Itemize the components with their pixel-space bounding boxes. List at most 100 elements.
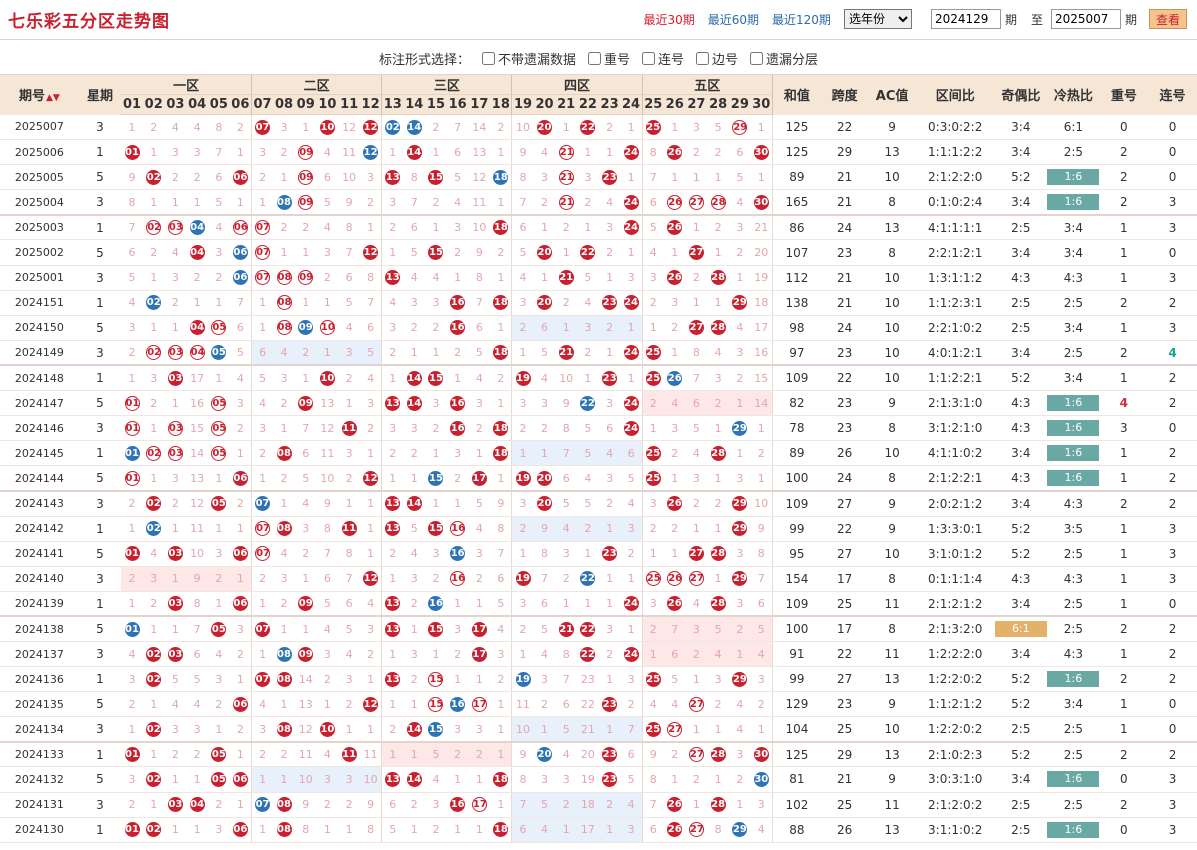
span-cell: 23 <box>820 239 869 266</box>
recent-30-link[interactable]: 最近30期 <box>643 11 694 28</box>
number-cell: 1 <box>229 792 252 818</box>
drawn-ball: 02 <box>146 822 162 838</box>
number-cell: 1 <box>685 666 708 693</box>
number-cell: 1 <box>555 315 578 341</box>
number-cell: 1 <box>577 591 599 618</box>
option-consecutive-checkbox[interactable] <box>642 51 655 65</box>
number-cell: 5 <box>707 616 729 642</box>
table-row: 2024151 1 4 02 2 1 1 7 1 08 1 1 5 7 4 3 3 16 7 18 3 20 2 4 23 24 2… <box>0 290 1197 316</box>
number-cell: 1 <box>446 591 469 618</box>
number-cell: 25 <box>641 340 664 367</box>
col-issue[interactable]: 期号▲▼ <box>0 74 79 115</box>
option-layering-checkbox[interactable] <box>750 51 764 65</box>
option-edge[interactable]: 边号 <box>696 49 738 68</box>
odd-even-cell: 3:4 <box>994 641 1048 668</box>
number-cell: 2 <box>142 114 165 141</box>
option-edge-checkbox[interactable] <box>696 51 710 65</box>
missing-count: 1 <box>389 471 397 485</box>
drawn-ball: 10 <box>319 320 335 336</box>
sort-icon[interactable]: ▲▼ <box>46 93 60 103</box>
ac-cell: 8 <box>868 566 916 592</box>
number-cell: 9 <box>490 490 512 517</box>
number-cell: 6 <box>338 591 360 618</box>
drawn-ball: 20 <box>536 470 552 486</box>
missing-count: 1 <box>323 697 331 711</box>
weekday-cell: 5 <box>78 164 122 191</box>
option-no-missing-checkbox[interactable] <box>481 51 495 65</box>
missing-count: 6 <box>454 145 462 159</box>
missing-count: 2 <box>432 823 440 837</box>
recent-60-link[interactable]: 最近60期 <box>708 11 759 28</box>
option-repeat[interactable]: 重号 <box>587 49 630 68</box>
number-cell: 3 <box>229 616 252 642</box>
number-cell: 4 <box>425 265 447 291</box>
number-cell: 2 <box>750 440 773 467</box>
number-header: 13 <box>381 94 404 115</box>
number-cell: 4 <box>685 591 708 618</box>
drawn-ball: 08 <box>276 270 292 286</box>
hot-cold-cell: 3:5 <box>1047 516 1100 542</box>
zone-ratio-cell: 2:1:2:2:1 <box>915 465 995 492</box>
drawn-ball: 17 <box>471 621 487 637</box>
missing-count: 1 <box>302 296 310 310</box>
query-button[interactable]: 查看 <box>1148 9 1187 29</box>
missing-count: 1 <box>692 296 700 310</box>
number-cell: 21 <box>750 214 773 241</box>
number-cell: 25 <box>641 365 664 392</box>
year-select[interactable]: 选年份 <box>843 9 912 29</box>
sum-cell: 112 <box>771 265 821 291</box>
missing-count: 2 <box>128 798 136 812</box>
table-row: 2024130 1 01 02 1 1 3 06 1 08 8 1 1 8 5 1 2 1 1 18 6 4 1 17 1 3 6 2… <box>0 817 1197 843</box>
missing-count: 1 <box>215 722 223 736</box>
weekday-cell: 5 <box>78 239 122 266</box>
number-cell: 16 <box>446 290 469 316</box>
number-cell: 21 <box>555 616 578 642</box>
number-cell: 3 <box>164 465 187 492</box>
ac-cell: 11 <box>868 641 916 668</box>
issue-cell: 2024139 <box>0 591 79 618</box>
number-cell: 1 <box>381 465 404 492</box>
number-cell: 16 <box>446 566 469 592</box>
recent-120-link[interactable]: 最近120期 <box>772 11 831 28</box>
weekday-cell: 3 <box>78 415 122 442</box>
to-issue-input[interactable] <box>1050 9 1121 29</box>
drawn-ball: 23 <box>602 546 618 562</box>
span-cell: 22 <box>820 641 869 668</box>
ac-cell: 13 <box>868 741 916 768</box>
drawn-ball: 10 <box>319 119 335 135</box>
span-cell: 29 <box>820 139 869 166</box>
weekday-cell: 3 <box>78 641 122 668</box>
number-cell: 3 <box>359 616 382 642</box>
missing-count: 4 <box>540 371 548 385</box>
from-issue-input[interactable] <box>930 9 1001 29</box>
number-cell: 3 <box>359 164 382 191</box>
option-no-missing[interactable]: 不带遗漏数据 <box>481 49 576 68</box>
weekday-cell: 3 <box>78 792 122 818</box>
missing-count: 1 <box>671 246 679 260</box>
missing-count: 1 <box>432 497 440 511</box>
number-cell: 6 <box>446 139 469 166</box>
number-cell: 19 <box>511 566 534 592</box>
option-repeat-checkbox[interactable] <box>587 51 601 65</box>
repeat-cell: 0 <box>1099 817 1149 843</box>
missing-count: 1 <box>367 446 375 460</box>
number-cell: 15 <box>750 365 773 392</box>
drawn-ball: 09 <box>298 169 314 185</box>
number-cell: 3 <box>316 641 339 668</box>
drawn-ball: 24 <box>623 345 639 361</box>
number-cell: 5 <box>403 516 426 542</box>
ac-cell: 13 <box>868 214 916 241</box>
missing-count: 16 <box>190 396 205 410</box>
number-cell: 9 <box>641 741 664 768</box>
missing-count: 1 <box>410 697 418 711</box>
missing-count: 5 <box>540 798 548 812</box>
option-layering[interactable]: 遗漏分层 <box>750 49 818 68</box>
missing-count: 2 <box>475 572 483 586</box>
number-cell: 9 <box>338 189 360 216</box>
number-cell: 4 <box>250 390 274 417</box>
drawn-ball: 02 <box>146 671 162 687</box>
missing-count: 4 <box>128 647 136 661</box>
missing-count: 3 <box>606 396 614 410</box>
ac-cell: 9 <box>868 390 916 417</box>
option-consecutive[interactable]: 连号 <box>642 49 684 68</box>
